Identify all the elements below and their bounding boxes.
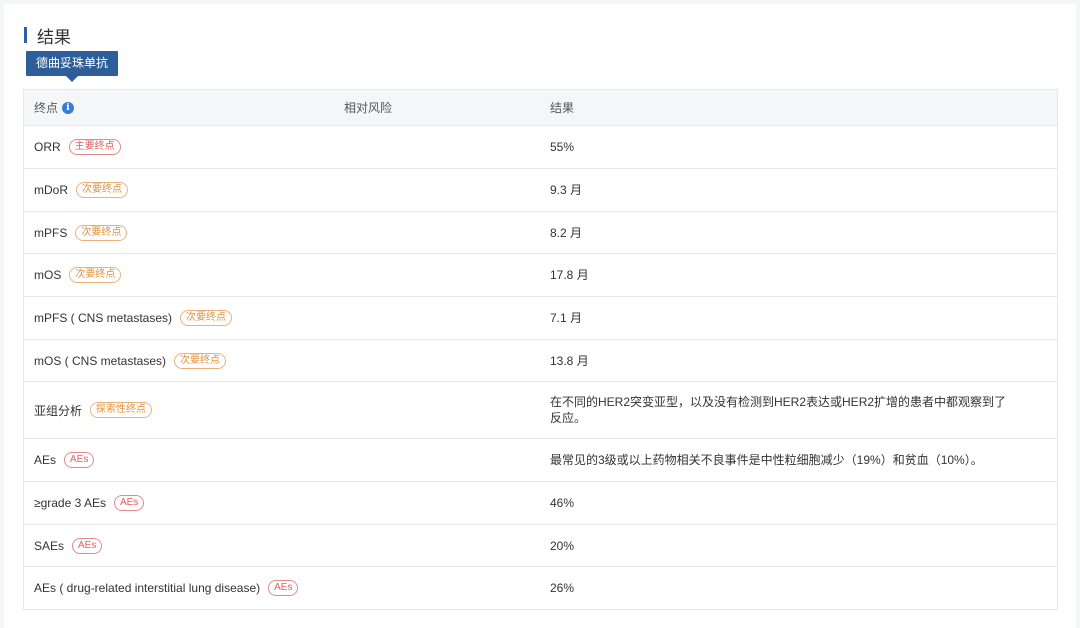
- result-cell: 26%: [550, 581, 575, 595]
- endpoint-name: mOS ( CNS metastases): [34, 353, 167, 368]
- table-row: 亚组分析 探索性终点 在不同的HER2突变亚型，以及没有检测到HER2表达或HER…: [24, 382, 1057, 439]
- table-header: 终点 i 相对风险 结果: [24, 90, 1057, 126]
- info-icon[interactable]: i: [62, 101, 75, 114]
- endpoint-name: mPFS: [34, 225, 68, 240]
- endpoint-badge: 次要终点: [174, 352, 227, 369]
- endpoint-badge: AEs: [64, 452, 95, 468]
- endpoint-badge: 探索性终点: [90, 402, 153, 418]
- result-cell: 17.8 月: [550, 268, 589, 282]
- endpoint-name: ORR: [34, 140, 61, 154]
- table-row: mPFS 次要终点 8.2 月: [24, 212, 1057, 254]
- endpoint-name: 亚组分析: [34, 403, 83, 418]
- section-accent-bar: [24, 27, 27, 43]
- header-endpoint: 终点 i: [24, 99, 344, 116]
- section-title: 结果: [37, 27, 71, 47]
- endpoint-badge: 次要终点: [69, 267, 122, 283]
- section-header: 结果: [24, 24, 71, 47]
- table-row: mOS ( CNS metastases) 次要终点 13.8 月: [24, 340, 1057, 382]
- result-cell: 46%: [550, 496, 575, 510]
- result-cell: 13.8 月: [550, 353, 589, 368]
- result-cell: 20%: [550, 538, 575, 553]
- endpoint-name: mDoR: [34, 183, 69, 197]
- table-row: AEs AEs 最常见的3级或以上药物相关不良事件是中性粒细胞减少（19%）和贫血…: [24, 439, 1057, 482]
- result-cell: 8.2 月: [550, 225, 583, 240]
- results-table: 终点 i 相对风险 结果 ORR 主要终点 55% mDoR 次要终点 9.3 月 …: [23, 89, 1058, 610]
- endpoint-name: SAEs: [34, 538, 65, 553]
- table-row: SAEs AEs 20%: [24, 525, 1057, 567]
- endpoint-badge: AEs: [72, 537, 103, 554]
- endpoint-name: AEs ( drug-related interstitial lung dis…: [34, 581, 261, 595]
- table-row: mOS 次要终点 17.8 月: [24, 254, 1057, 297]
- table-row: ORR 主要终点 55%: [24, 126, 1057, 169]
- endpoint-name: mOS: [34, 268, 62, 282]
- result-cell: 9.3 月: [550, 183, 583, 197]
- result-cell: 7.1 月: [550, 311, 583, 325]
- drug-tab[interactable]: 德曲妥珠单抗: [26, 51, 119, 82]
- endpoint-badge: 次要终点: [76, 182, 129, 198]
- endpoint-badge: 次要终点: [180, 310, 233, 326]
- table-row: mDoR 次要终点 9.3 月: [24, 169, 1057, 212]
- header-result: 结果: [550, 100, 575, 115]
- header-relative-risk: 相对风险: [344, 101, 393, 115]
- endpoint-badge: AEs: [268, 580, 299, 596]
- endpoint-badge: 主要终点: [68, 139, 121, 155]
- endpoint-badge: AEs: [113, 495, 145, 511]
- results-card: 结果 德曲妥珠单抗 终点 i 相对风险 结果 ORR 主要终点 55% mDoR 次…: [4, 4, 1076, 628]
- table-row: AEs ( drug-related interstitial lung dis…: [24, 567, 1057, 609]
- table-row: mPFS ( CNS metastases) 次要终点 7.1 月: [24, 297, 1057, 340]
- endpoint-name: ≥grade 3 AEs: [34, 496, 106, 510]
- endpoint-badge: 次要终点: [75, 224, 128, 241]
- table-row: ≥grade 3 AEs AEs 46%: [24, 482, 1057, 525]
- endpoint-name: AEs: [34, 453, 57, 467]
- header-endpoint-label: 终点: [34, 101, 59, 115]
- result-cell: 最常见的3级或以上药物相关不良事件是中性粒细胞减少（19%）和贫血（10%）。: [550, 453, 983, 467]
- endpoint-name: mPFS ( CNS metastases): [34, 311, 173, 325]
- result-cell: 在不同的HER2突变亚型，以及没有检测到HER2表达或HER2扩增的患者中都观察…: [550, 395, 1007, 425]
- result-cell: 55%: [550, 140, 575, 154]
